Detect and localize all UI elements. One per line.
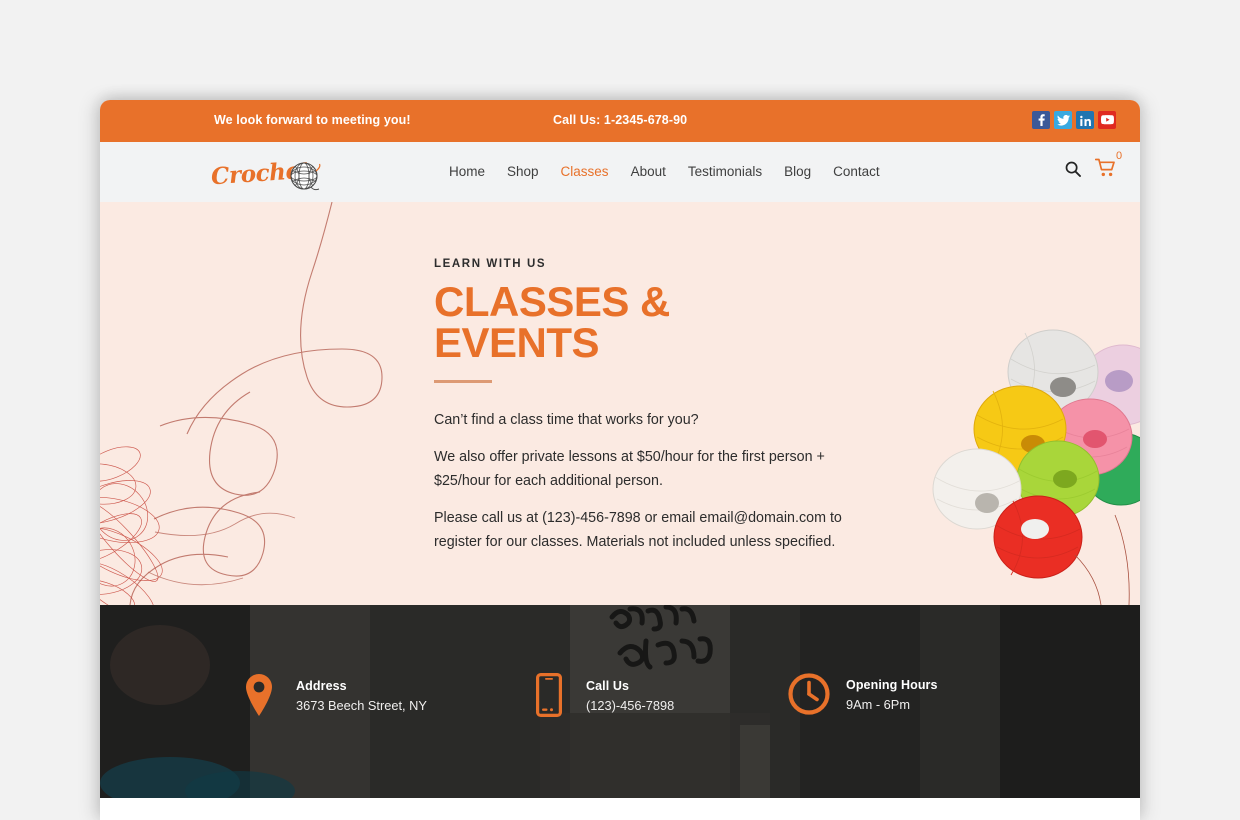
info-item-text: Call Us (123)-456-7898 — [586, 677, 674, 713]
info-item-address: Address 3673 Beech Street, NY — [238, 673, 427, 717]
map-pin-icon — [238, 673, 280, 717]
main-header: Crochet Home Shop Classes About Testimon… — [100, 142, 1140, 202]
nav-item-home[interactable]: Home — [449, 164, 485, 179]
shopping-cart-icon[interactable]: 0 — [1094, 150, 1122, 183]
nav-item-about[interactable]: About — [631, 164, 666, 179]
info-item-hours: Opening Hours 9Am - 6Pm — [788, 673, 938, 715]
yarn-ball-logo-icon — [290, 162, 321, 191]
contact-info-band: Address 3673 Beech Street, NY Call Us (1… — [100, 605, 1140, 798]
info-item-title: Address — [296, 679, 347, 693]
title-divider — [434, 380, 492, 383]
primary-navigation: Home Shop Classes About Testimonials Blo… — [449, 164, 880, 179]
footer-strip — [100, 798, 1140, 820]
yarn-balls-photo — [932, 329, 1140, 605]
info-item-value: (123)-456-7898 — [586, 698, 675, 713]
info-item-title: Call Us — [586, 679, 630, 693]
nav-item-classes[interactable]: Classes — [561, 164, 609, 179]
info-item-value: 3673 Beech Street, NY — [296, 698, 427, 713]
hero-paragraph-3: Please call us at (123)-456-7898 or emai… — [434, 510, 842, 550]
hero-eyebrow: LEARN WITH US — [434, 258, 547, 270]
topbar-phone: Call Us: 1-2345-678-90 — [553, 113, 688, 127]
nav-item-blog[interactable]: Blog — [784, 164, 811, 179]
search-icon[interactable] — [1065, 161, 1081, 182]
browser-viewport: We look forward to meeting you! Call Us:… — [100, 100, 1140, 820]
info-item-phone: Call Us (123)-456-7898 — [528, 673, 674, 717]
hero-section: LEARN WITH US CLASSES & EVENTS Can’t fin… — [100, 202, 1140, 605]
info-item-title: Opening Hours — [846, 678, 938, 692]
hero-paragraph-2: We also offer private lessons at $50/hou… — [434, 449, 825, 489]
nav-item-shop[interactable]: Shop — [507, 164, 539, 179]
twitter-icon[interactable] — [1054, 111, 1072, 129]
facebook-icon[interactable] — [1032, 111, 1050, 129]
info-item-text: Address 3673 Beech Street, NY — [296, 677, 427, 713]
hero-copy: LEARN WITH US CLASSES & EVENTS Can’t fin… — [434, 258, 864, 554]
page-title: CLASSES & EVENTS — [434, 278, 864, 366]
social-links — [1032, 111, 1116, 129]
mobile-phone-icon — [528, 673, 570, 717]
nav-item-contact[interactable]: Contact — [833, 164, 880, 179]
info-item-text: Opening Hours 9Am - 6Pm — [846, 676, 938, 712]
header-actions: 0 — [1065, 150, 1122, 183]
hero-title-line-1: CLASSES & — [434, 278, 670, 325]
hero-paragraph-1: Can’t find a class time that works for y… — [434, 412, 699, 428]
announcement-topbar: We look forward to meeting you! Call Us:… — [100, 100, 1140, 142]
info-item-value: 9Am - 6Pm — [846, 697, 910, 712]
linkedin-icon[interactable] — [1076, 111, 1094, 129]
youtube-icon[interactable] — [1098, 111, 1116, 129]
clock-icon — [788, 673, 830, 715]
hero-title-line-2: EVENTS — [434, 319, 600, 366]
nav-item-testimonials[interactable]: Testimonials — [688, 164, 762, 179]
cart-item-count: 0 — [1116, 150, 1123, 162]
info-items: Address 3673 Beech Street, NY Call Us (1… — [100, 673, 1140, 733]
site-logo[interactable]: Crochet — [210, 154, 331, 194]
topbar-message: We look forward to meeting you! — [214, 113, 411, 127]
decorative-yarn-thread — [100, 202, 383, 605]
